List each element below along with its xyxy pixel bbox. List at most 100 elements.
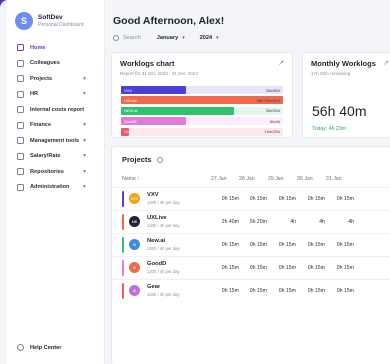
worklog-cell[interactable]: 4h [299,219,325,225]
project-meta: 120h / 4h per day [147,246,180,251]
worklog-cell[interactable]: 2h 40m [213,219,239,225]
worklog-cell[interactable]: 4h [328,219,354,225]
expand-arrow-icon[interactable]: ↗ [383,59,389,67]
worklog-cell[interactable]: 0h 15m [241,242,267,248]
sidebar-item-management-tools[interactable]: Management tools ▼ [13,133,103,149]
project-name[interactable]: New.ai [147,238,165,244]
chevron-down-icon: ▼ [181,35,186,40]
worklog-cell[interactable]: 0h 15m [270,265,296,271]
worklog-cell[interactable]: 0h 15m [328,242,354,248]
search-icon [113,35,119,41]
monthly-worklogs-card: Monthly Worklogs 17h 20m remaining ↗ 56h… [302,52,390,138]
chevron-down-icon: ▼ [82,75,87,82]
worklog-bar-label: GoodD [124,118,137,124]
worklog-cell[interactable]: 0h 15m [213,288,239,294]
worklog-bar-value: 5h/4h [269,118,280,124]
month-select[interactable]: January ▼ [157,35,186,41]
table-row[interactable]: VXV VXV 120h / 4h per day 0h 15m 0h 15m 0h 15… [112,187,390,210]
sidebar: S SoftDev Personal Dashboard Home Colleag… [7,0,105,364]
worklog-cell[interactable]: 0h 15m [270,242,296,248]
worklog-cell[interactable]: 0h 15m [270,196,296,202]
sidebar-item-projects[interactable]: Projects ▼ [13,71,103,87]
worklog-cell[interactable]: 0h 15m [213,265,239,271]
project-name[interactable]: UXLive [147,215,167,221]
chevron-down-icon: ▼ [82,91,87,98]
internal-costs-report-icon [17,106,24,114]
worklog-bar-value: 35h/50h [265,108,280,114]
search-input[interactable]: Search [123,35,141,41]
brand[interactable]: S SoftDev Personal Dashboard [15,12,84,30]
date-column-header: 29 Jan [268,176,284,182]
table-row[interactable]: N New.ai 120h / 4h per day 0h 15m 0h 15m 0h 1… [112,233,390,256]
date-column-header: 31 Jan [326,176,342,182]
worklog-cell[interactable]: 5h 20m [241,219,267,225]
sidebar-nav: Home Colleagues Projects ▼ HR ▼ Internal costs… [13,40,103,195]
worklog-cell[interactable]: 0h 15m [213,196,239,202]
worklog-cell[interactable]: 0h 15m [270,288,296,294]
sidebar-item-repositories[interactable]: Repositories ▼ [13,164,103,180]
repositories-icon [17,168,24,176]
year-select[interactable]: 2024 ▼ [200,35,220,41]
page-title: Good Afternoon, Alex! [113,15,225,27]
worklog-bar-value: 15m/20h [264,129,280,135]
sidebar-item-finance[interactable]: Finance ▼ [13,118,103,134]
today-worklog: Today: 4h 20m [312,126,347,132]
worklog-bar-label: UXLive [124,98,137,104]
projects-icon [17,75,24,83]
chevron-down-icon: ▼ [82,184,87,191]
project-name[interactable]: Gear [147,284,160,290]
monthly-title: Monthly Worklogs [311,59,376,68]
sidebar-item-label: Projects [30,75,53,82]
sidebar-item-salary-rate[interactable]: Salary/Rate ▼ [13,149,103,165]
project-name[interactable]: VXV [147,192,159,198]
project-avatar: G [129,285,140,296]
worklog-cell[interactable]: 0h 15m [213,242,239,248]
project-avatar: N [129,239,140,250]
sidebar-item-hr[interactable]: HR ▼ [13,87,103,103]
info-icon[interactable] [156,156,163,163]
worklog-cell[interactable]: 0h 15m [299,288,325,294]
worklog-cell[interactable]: 0h 15m [241,196,267,202]
worklog-cell[interactable]: 0h 15m [328,265,354,271]
worklog-cell[interactable]: 0h 15m [299,242,325,248]
worklog-bar-row: Gear 15m/20h [121,127,283,136]
worklog-cell[interactable]: 0h 15m [328,196,354,202]
worklog-cell[interactable]: 0h 15m [299,196,325,202]
worklog-cell[interactable]: 4h [270,219,296,225]
table-row[interactable]: UX UXLive 120h / 4h per day 2h 40m 5h 20m 4h 4… [112,210,390,233]
help-center-link[interactable]: Help Center [17,344,61,351]
worklog-bar-row: VXV 30h/80h [121,86,283,94]
chevron-down-icon: ▼ [215,35,220,40]
table-row[interactable]: G Gear 120h / 4h per day 0h 15m 0h 15m 0h 15m… [112,279,390,302]
sidebar-item-label: Internal costs report [30,106,85,113]
worklog-cell[interactable]: 0h 15m [241,288,267,294]
worklog-cell[interactable]: 0h 15m [241,265,267,271]
worklog-cell[interactable]: 0h 15m [299,265,325,271]
help-icon [17,344,24,351]
year-value: 2024 [199,35,213,41]
projects-card: Projects Name ↑ 27 Jan 28 Jan 29 Jan 30 Jan… [111,146,390,364]
expand-arrow-icon[interactable]: ↗ [278,59,284,67]
project-name[interactable]: GoodD [147,261,166,267]
table-row[interactable]: G GoodD 120h / 4h per day 0h 15m 0h 15m 0h 15… [112,256,390,279]
worklog-cell[interactable]: 0h 15m [328,288,354,294]
worklogs-chart-card: Worklogs chart Report for 31 Dec 2023 - … [111,52,293,138]
project-color-bar [122,237,124,253]
chevron-down-icon: ▼ [82,153,87,160]
sidebar-item-administration[interactable]: Administration ▼ [13,180,103,196]
chevron-down-icon: ▼ [82,137,87,144]
worklog-bar-fill [121,106,235,115]
sidebar-item-home[interactable]: Home [13,40,103,56]
project-meta: 120h / 4h per day [147,292,180,297]
project-color-bar [122,214,124,230]
worklogs-subtitle: Report for 31 Dec 2023 - 31 Dec 2023 [120,71,198,76]
sidebar-item-colleagues[interactable]: Colleagues [13,56,103,72]
chevron-down-icon: ▼ [82,168,87,175]
home-icon [17,44,24,52]
worklog-bar-value: 30h/80h [265,87,280,93]
sidebar-item-internal-costs-report[interactable]: Internal costs report [13,102,103,118]
name-column-header[interactable]: Name ↑ [122,176,140,182]
monthly-total: 56h 40m [312,103,367,119]
worklog-bar-value: 58h 30m/80h [256,98,280,104]
project-color-bar [122,283,124,299]
